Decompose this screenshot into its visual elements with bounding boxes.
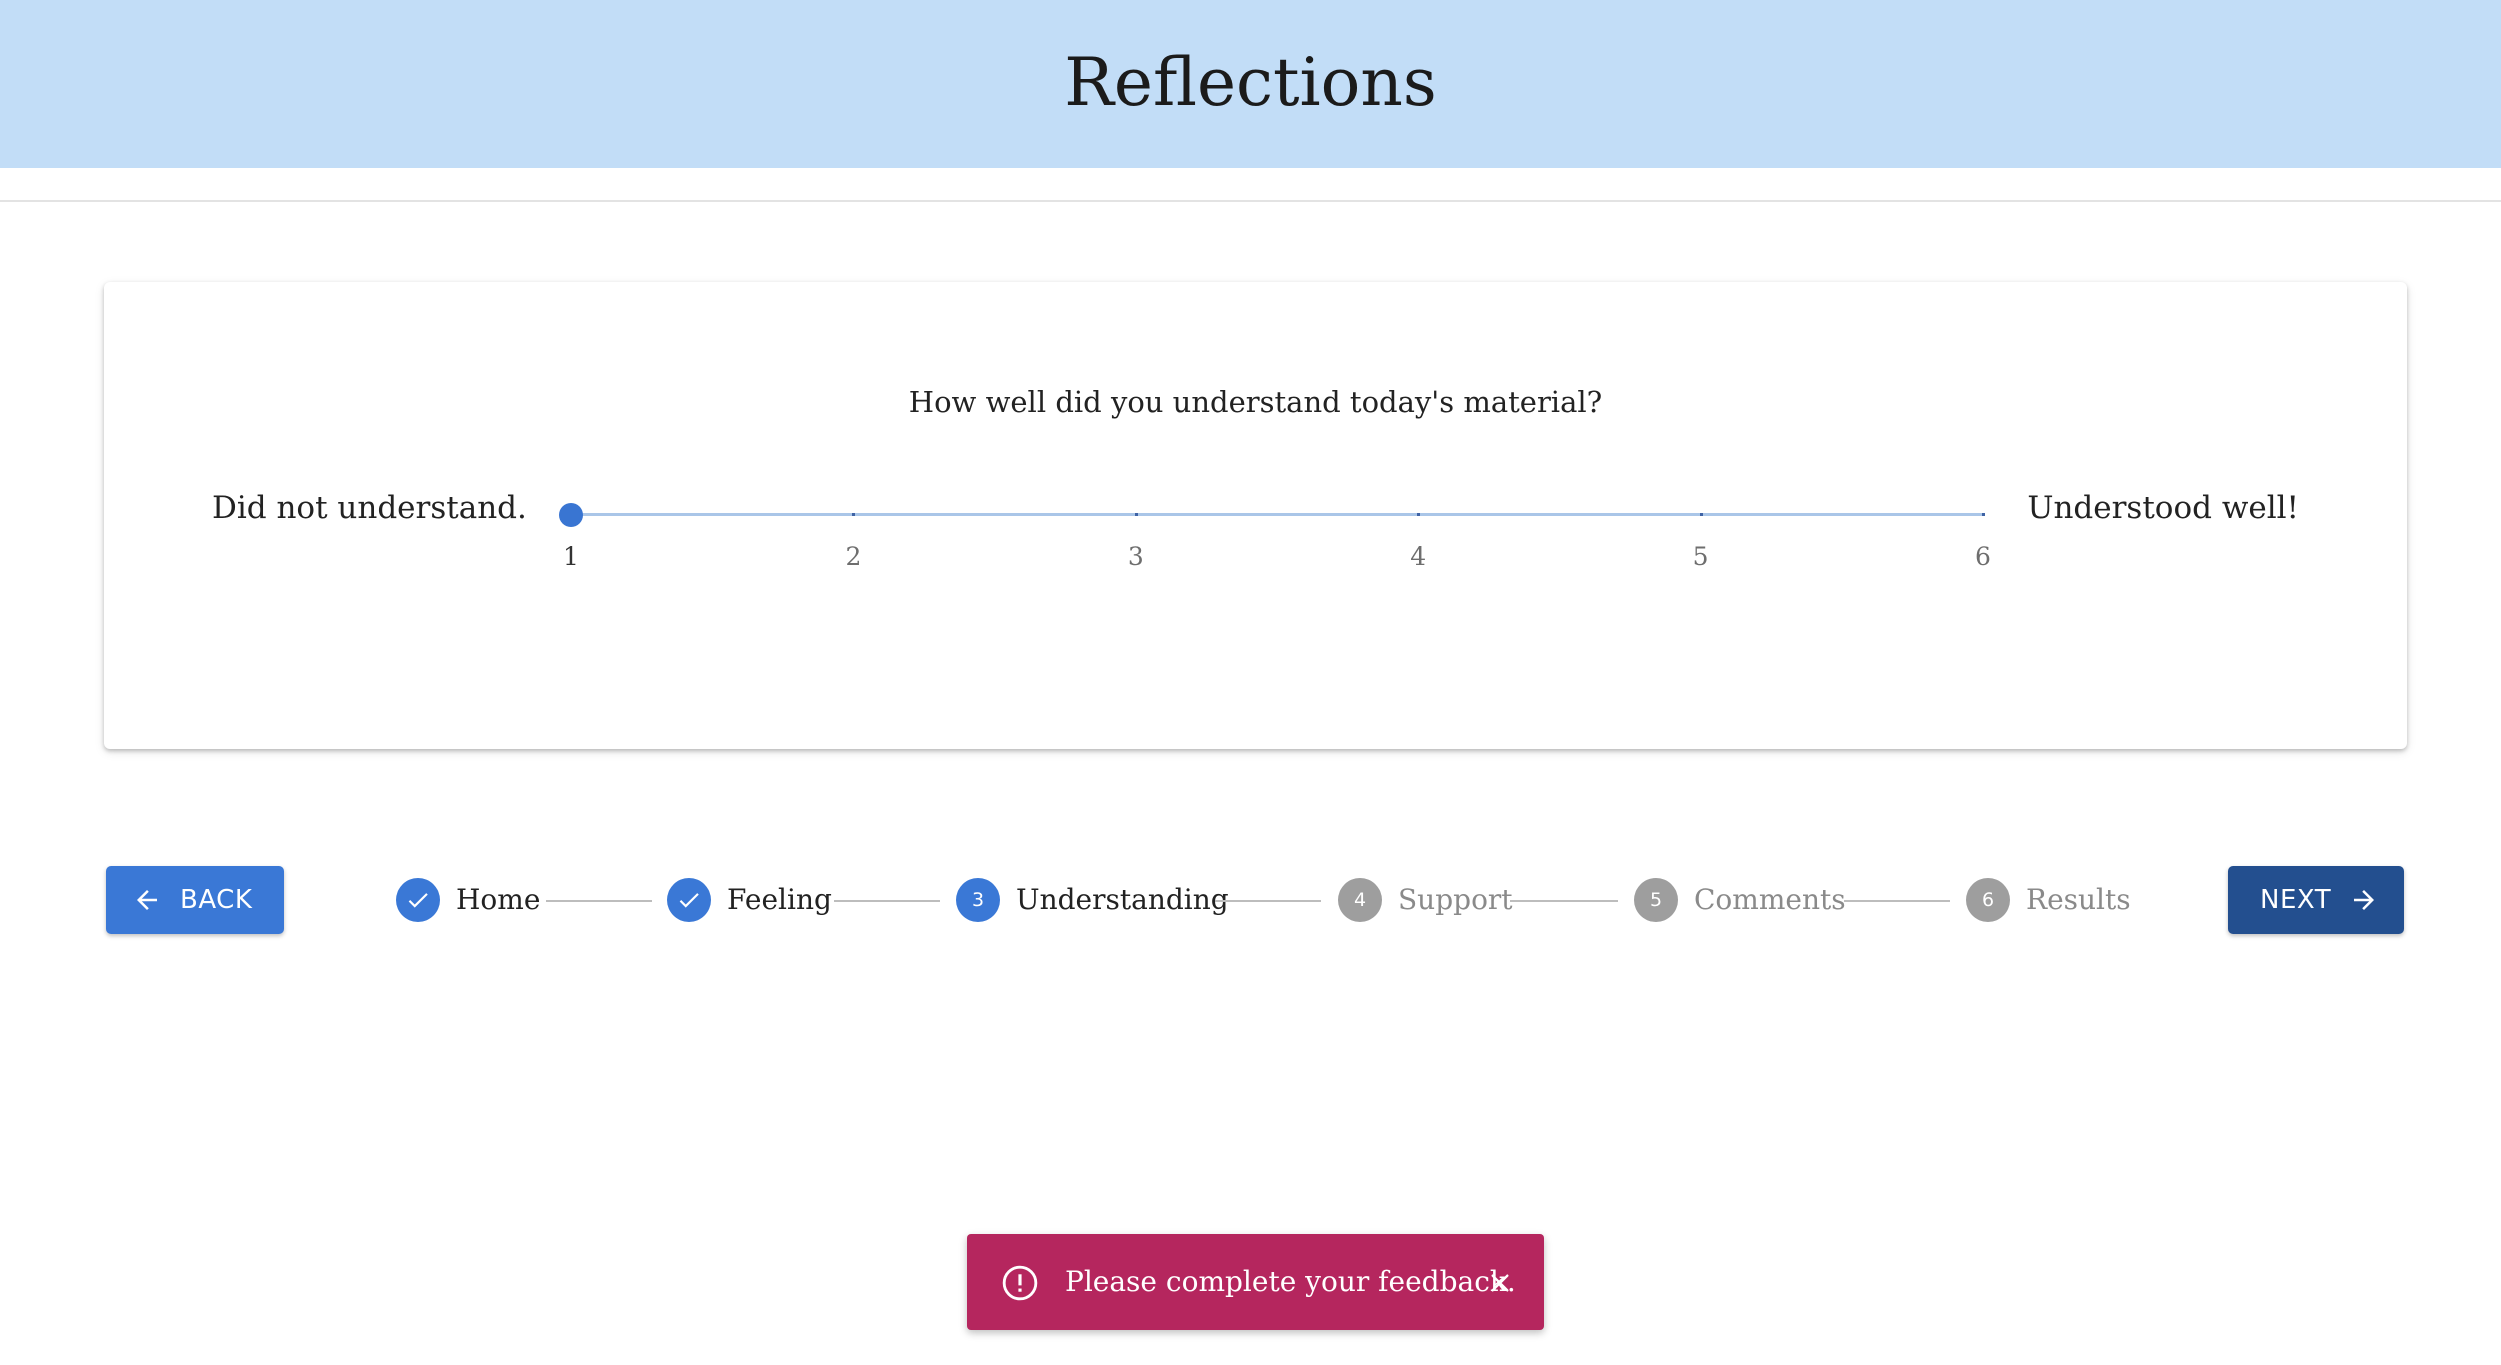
step-understanding-label: Understanding [1016,883,1229,916]
step-connector [546,900,652,902]
slider-tick [1134,513,1138,516]
next-button-label: NEXT [2260,885,2332,915]
step-support-icon: 4 [1338,878,1382,922]
slider-tick [852,513,856,516]
step-connector [1844,900,1950,902]
scale-min-label: Did not understand. [212,490,527,526]
slider-mark-label[interactable]: 3 [1116,542,1156,572]
slider-tick [1982,513,1985,516]
slider-mark-label[interactable]: 5 [1681,542,1721,572]
slider-tick [1699,513,1703,516]
slider-tick [1417,513,1421,516]
scale-max-label: Understood well! [2027,490,2299,526]
step-comments-icon: 5 [1634,878,1678,922]
close-icon[interactable] [1489,1272,1511,1294]
step-feeling-icon [667,878,711,922]
step-support-label: Support [1398,883,1513,916]
next-button[interactable]: NEXT [2228,866,2404,934]
header: Reflections [0,0,2501,168]
step-connector [1510,900,1618,902]
check-icon [408,893,428,908]
slider-thumb[interactable] [559,503,583,527]
error-snackbar: Please complete your feedback. [967,1234,1544,1330]
question-card: How well did you understand today's mate… [104,282,2407,749]
page-title: Reflections [1064,44,1437,121]
slider-mark-label[interactable]: 1 [551,542,591,572]
step-home-label: Home [456,883,541,916]
slider-mark-label[interactable]: 2 [833,542,873,572]
step-connector [1215,900,1321,902]
question-text: How well did you understand today's mate… [908,385,1603,419]
check-icon [679,893,699,908]
step-home-icon [396,878,440,922]
understanding-slider[interactable]: 123456 [559,502,1991,576]
step-results-icon: 6 [1966,878,2010,922]
step-results-label: Results [2026,883,2131,916]
slider-rail[interactable] [571,513,1983,516]
step-comments-label: Comments [1694,883,1846,916]
progress-stepper: Home Feeling 3 Understanding 4 Support 5… [0,878,2501,924]
snackbar-message: Please complete your feedback. [1065,1265,1516,1298]
slider-mark-label[interactable]: 4 [1398,542,1438,572]
step-understanding-icon: 3 [956,878,1000,922]
slider-mark-label[interactable]: 6 [1963,542,2003,572]
header-divider [0,200,2501,202]
alert-circle-icon [1002,1265,1038,1301]
arrow-right-icon [2354,890,2375,910]
step-connector [834,900,940,902]
step-feeling-label: Feeling [727,883,832,916]
